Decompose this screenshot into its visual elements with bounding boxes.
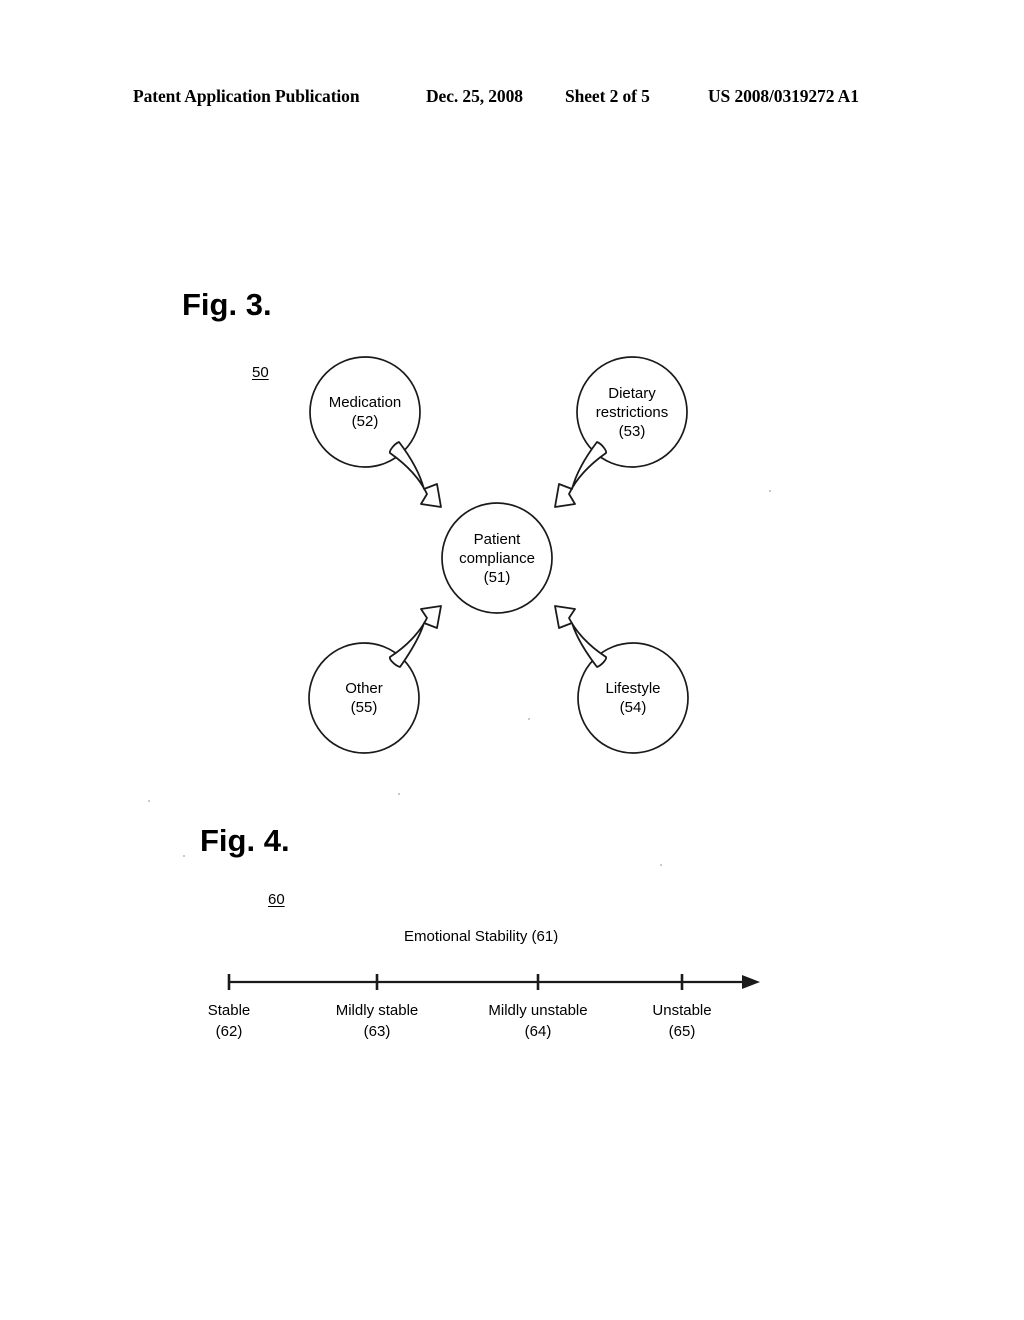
axis-tick-label-unstable: Unstable (65) — [602, 1000, 762, 1042]
tick-label-text: Mildly stable — [335, 1002, 419, 1019]
axis-tick-label-stable: Stable (62) — [149, 1000, 309, 1042]
tick-label-number: (63) — [363, 1023, 391, 1040]
scan-speckle — [660, 864, 662, 866]
scan-speckle — [398, 793, 400, 795]
tick-label-text: Stable — [207, 1002, 251, 1019]
scan-speckle — [183, 855, 185, 857]
figure-4-scale-axis — [227, 974, 760, 990]
scan-speckle — [148, 800, 150, 802]
tick-label-text: Mildly unstable — [488, 1002, 588, 1019]
scan-speckle — [769, 490, 771, 492]
tick-label-number: (64) — [524, 1023, 552, 1040]
tick-label-number: (62) — [215, 1023, 243, 1040]
axis-tick-label-mildly-stable: Mildly stable (63) — [297, 1000, 457, 1042]
tick-label-number: (65) — [668, 1023, 696, 1040]
scan-speckle — [528, 718, 530, 720]
axis-tick-label-mildly-unstable: Mildly unstable (64) — [458, 1000, 618, 1042]
axis-arrowhead-icon — [742, 975, 760, 989]
tick-label-text: Unstable — [652, 1002, 712, 1019]
